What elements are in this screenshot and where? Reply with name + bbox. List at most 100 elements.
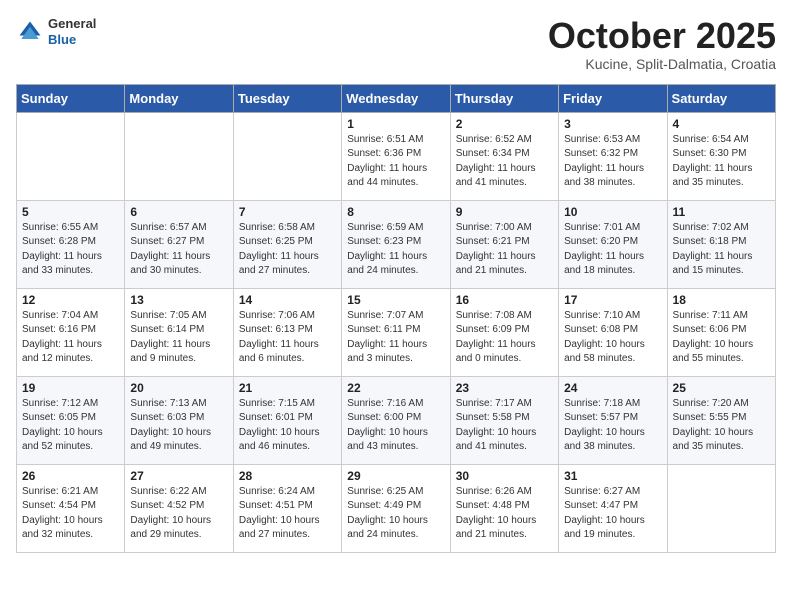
weekday-header-saturday: Saturday: [667, 84, 775, 112]
calendar-cell: 27Sunrise: 6:22 AM Sunset: 4:52 PM Dayli…: [125, 464, 233, 552]
day-number: 18: [673, 293, 770, 307]
calendar-cell: 1 Sunrise: 6:51 AM Sunset: 6:36 PM Daylig…: [342, 112, 450, 200]
day-number: 7: [239, 205, 336, 219]
day-info: Sunrise: 6:53 AM Sunset: 6:32 PM Dayligh…: [564, 133, 661, 191]
weekday-header-row: SundayMondayTuesdayWednesdayThursdayFrid…: [17, 84, 776, 112]
calendar-cell: [17, 112, 125, 200]
day-info: Sunrise: 6:24 AM Sunset: 4:51 PM Dayligh…: [239, 485, 336, 543]
day-info: Sunrise: 6:55 AM Sunset: 6:28 PM Dayligh…: [22, 221, 119, 279]
logo: General Blue: [16, 16, 96, 47]
calendar-cell: [667, 464, 775, 552]
calendar-cell: 2 Sunrise: 6:52 AM Sunset: 6:34 PM Daylig…: [450, 112, 558, 200]
logo-blue: Blue: [48, 32, 96, 48]
calendar-cell: 12 Sunrise: 7:04 AM Sunset: 6:16 PM Dayli…: [17, 288, 125, 376]
day-number: 25: [673, 381, 770, 395]
calendar-cell: 23Sunrise: 7:17 AM Sunset: 5:58 PM Dayli…: [450, 376, 558, 464]
calendar-cell: 6Sunrise: 6:57 AM Sunset: 6:27 PM Daylig…: [125, 200, 233, 288]
calendar-cell: 4Sunrise: 6:54 AM Sunset: 6:30 PM Daylig…: [667, 112, 775, 200]
day-number: 24: [564, 381, 661, 395]
day-number: 15: [347, 293, 444, 307]
calendar-table: SundayMondayTuesdayWednesdayThursdayFrid…: [16, 84, 776, 553]
day-number: 13: [130, 293, 227, 307]
day-number: 30: [456, 469, 553, 483]
week-row-1: 1 Sunrise: 6:51 AM Sunset: 6:36 PM Daylig…: [17, 112, 776, 200]
day-number: 4: [673, 117, 770, 131]
day-info: Sunrise: 6:27 AM Sunset: 4:47 PM Dayligh…: [564, 485, 661, 543]
location: Kucine, Split-Dalmatia, Croatia: [548, 56, 776, 72]
calendar-cell: 20 Sunrise: 7:13 AM Sunset: 6:03 PM Dayli…: [125, 376, 233, 464]
day-number: 12: [22, 293, 119, 307]
day-info: Sunrise: 7:07 AM Sunset: 6:11 PM Dayligh…: [347, 309, 444, 367]
calendar-cell: 9Sunrise: 7:00 AM Sunset: 6:21 PM Daylig…: [450, 200, 558, 288]
calendar-cell: 31 Sunrise: 6:27 AM Sunset: 4:47 PM Dayli…: [559, 464, 667, 552]
day-number: 1: [347, 117, 444, 131]
calendar-cell: 8 Sunrise: 6:59 AM Sunset: 6:23 PM Daylig…: [342, 200, 450, 288]
day-number: 2: [456, 117, 553, 131]
calendar-cell: 15 Sunrise: 7:07 AM Sunset: 6:11 PM Dayli…: [342, 288, 450, 376]
day-number: 17: [564, 293, 661, 307]
day-number: 22: [347, 381, 444, 395]
month-title: October 2025: [548, 16, 776, 56]
day-number: 5: [22, 205, 119, 219]
day-number: 23: [456, 381, 553, 395]
logo-icon: [16, 18, 44, 46]
day-number: 16: [456, 293, 553, 307]
day-number: 29: [347, 469, 444, 483]
day-info: Sunrise: 7:15 AM Sunset: 6:01 PM Dayligh…: [239, 397, 336, 455]
day-info: Sunrise: 6:51 AM Sunset: 6:36 PM Dayligh…: [347, 133, 444, 191]
weekday-header-monday: Monday: [125, 84, 233, 112]
calendar-cell: 25 Sunrise: 7:20 AM Sunset: 5:55 PM Dayli…: [667, 376, 775, 464]
day-info: Sunrise: 6:58 AM Sunset: 6:25 PM Dayligh…: [239, 221, 336, 279]
weekday-header-thursday: Thursday: [450, 84, 558, 112]
day-number: 26: [22, 469, 119, 483]
calendar-cell: 26 Sunrise: 6:21 AM Sunset: 4:54 PM Dayli…: [17, 464, 125, 552]
day-info: Sunrise: 7:08 AM Sunset: 6:09 PM Dayligh…: [456, 309, 553, 367]
day-info: Sunrise: 6:52 AM Sunset: 6:34 PM Dayligh…: [456, 133, 553, 191]
day-info: Sunrise: 7:05 AM Sunset: 6:14 PM Dayligh…: [130, 309, 227, 367]
day-info: Sunrise: 6:21 AM Sunset: 4:54 PM Dayligh…: [22, 485, 119, 543]
title-block: October 2025 Kucine, Split-Dalmatia, Cro…: [548, 16, 776, 72]
day-number: 9: [456, 205, 553, 219]
day-info: Sunrise: 7:10 AM Sunset: 6:08 PM Dayligh…: [564, 309, 661, 367]
calendar-cell: 11Sunrise: 7:02 AM Sunset: 6:18 PM Dayli…: [667, 200, 775, 288]
logo-general: General: [48, 16, 96, 32]
day-number: 14: [239, 293, 336, 307]
week-row-5: 26 Sunrise: 6:21 AM Sunset: 4:54 PM Dayli…: [17, 464, 776, 552]
calendar-cell: 19Sunrise: 7:12 AM Sunset: 6:05 PM Dayli…: [17, 376, 125, 464]
day-info: Sunrise: 7:11 AM Sunset: 6:06 PM Dayligh…: [673, 309, 770, 367]
day-number: 8: [347, 205, 444, 219]
day-number: 19: [22, 381, 119, 395]
day-number: 31: [564, 469, 661, 483]
day-info: Sunrise: 6:59 AM Sunset: 6:23 PM Dayligh…: [347, 221, 444, 279]
day-number: 10: [564, 205, 661, 219]
weekday-header-sunday: Sunday: [17, 84, 125, 112]
logo-text: General Blue: [48, 16, 96, 47]
day-number: 21: [239, 381, 336, 395]
day-info: Sunrise: 7:16 AM Sunset: 6:00 PM Dayligh…: [347, 397, 444, 455]
day-number: 6: [130, 205, 227, 219]
day-number: 11: [673, 205, 770, 219]
day-info: Sunrise: 7:01 AM Sunset: 6:20 PM Dayligh…: [564, 221, 661, 279]
calendar-cell: [125, 112, 233, 200]
day-info: Sunrise: 7:18 AM Sunset: 5:57 PM Dayligh…: [564, 397, 661, 455]
week-row-3: 12 Sunrise: 7:04 AM Sunset: 6:16 PM Dayli…: [17, 288, 776, 376]
day-info: Sunrise: 7:13 AM Sunset: 6:03 PM Dayligh…: [130, 397, 227, 455]
calendar-cell: 18 Sunrise: 7:11 AM Sunset: 6:06 PM Dayli…: [667, 288, 775, 376]
calendar-cell: 30Sunrise: 6:26 AM Sunset: 4:48 PM Dayli…: [450, 464, 558, 552]
calendar-cell: 24 Sunrise: 7:18 AM Sunset: 5:57 PM Dayli…: [559, 376, 667, 464]
calendar-cell: 5 Sunrise: 6:55 AM Sunset: 6:28 PM Daylig…: [17, 200, 125, 288]
page-header: General Blue October 2025 Kucine, Split-…: [16, 16, 776, 72]
weekday-header-wednesday: Wednesday: [342, 84, 450, 112]
day-info: Sunrise: 6:25 AM Sunset: 4:49 PM Dayligh…: [347, 485, 444, 543]
calendar-cell: 16 Sunrise: 7:08 AM Sunset: 6:09 PM Dayli…: [450, 288, 558, 376]
week-row-2: 5 Sunrise: 6:55 AM Sunset: 6:28 PM Daylig…: [17, 200, 776, 288]
day-info: Sunrise: 6:22 AM Sunset: 4:52 PM Dayligh…: [130, 485, 227, 543]
day-number: 3: [564, 117, 661, 131]
calendar-cell: 28Sunrise: 6:24 AM Sunset: 4:51 PM Dayli…: [233, 464, 341, 552]
day-number: 20: [130, 381, 227, 395]
calendar-cell: 17 Sunrise: 7:10 AM Sunset: 6:08 PM Dayli…: [559, 288, 667, 376]
week-row-4: 19Sunrise: 7:12 AM Sunset: 6:05 PM Dayli…: [17, 376, 776, 464]
day-info: Sunrise: 7:04 AM Sunset: 6:16 PM Dayligh…: [22, 309, 119, 367]
weekday-header-friday: Friday: [559, 84, 667, 112]
day-info: Sunrise: 7:20 AM Sunset: 5:55 PM Dayligh…: [673, 397, 770, 455]
